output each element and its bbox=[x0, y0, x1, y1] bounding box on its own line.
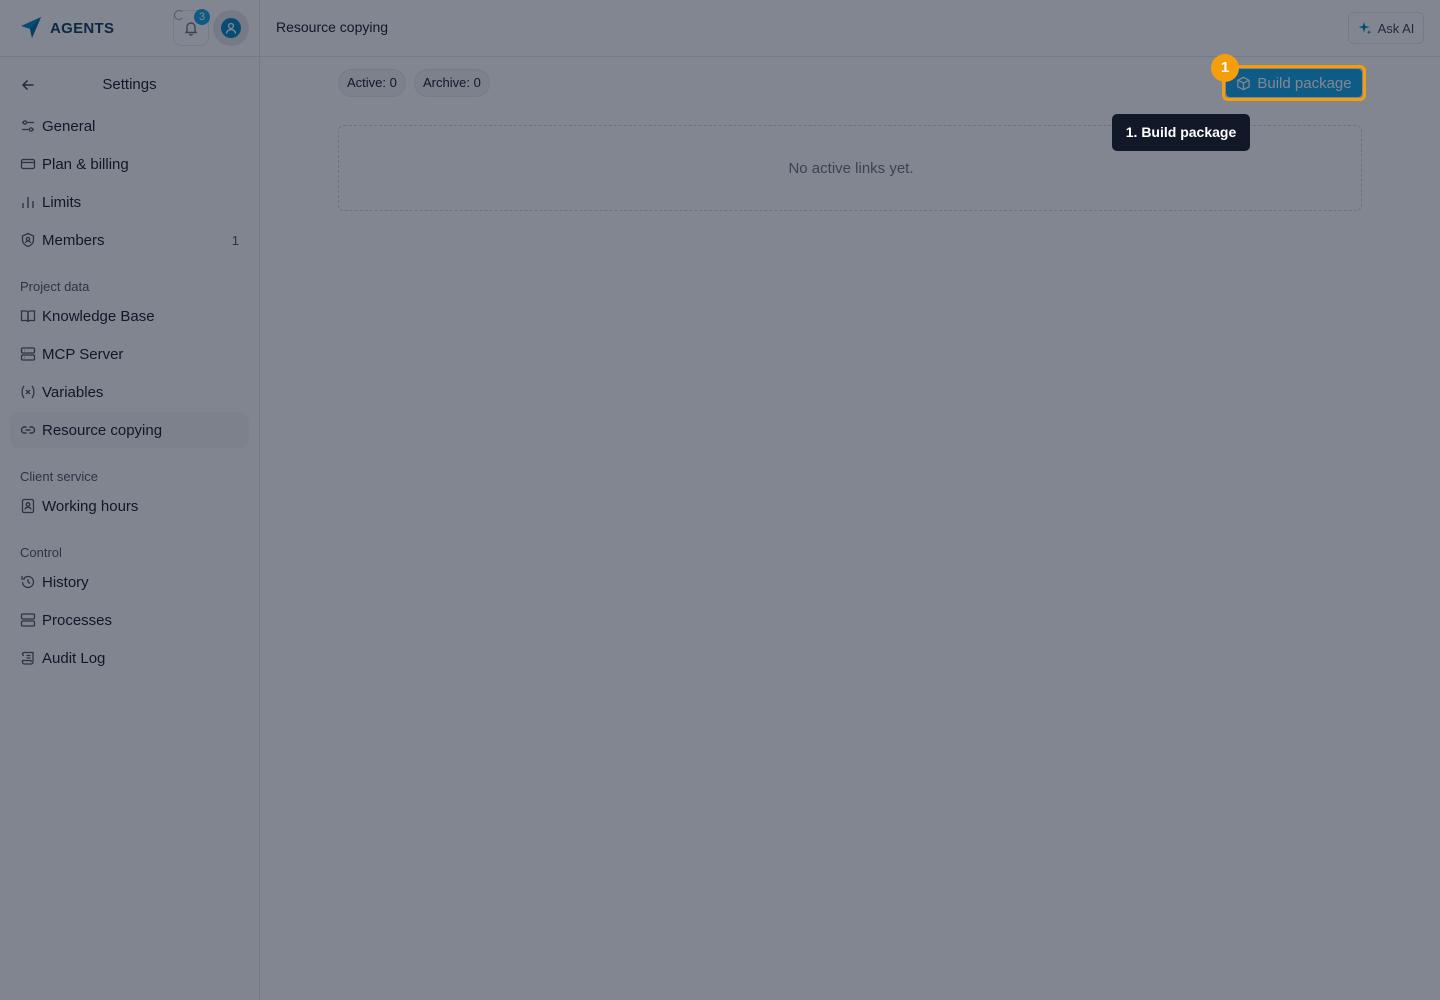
sidebar-item-label: Members bbox=[42, 232, 105, 249]
sidebar-item-label: General bbox=[42, 118, 96, 135]
settings-header: Settings bbox=[0, 69, 259, 101]
sidebar-item-variables[interactable]: Variables bbox=[10, 374, 249, 410]
sidebar-item-label: Processes bbox=[42, 612, 113, 629]
active-filter-chip[interactable]: Active: 0 bbox=[338, 69, 406, 97]
notification-badge: 3 bbox=[194, 9, 210, 25]
user-avatar-button[interactable] bbox=[213, 10, 249, 46]
sidebar-item-label: Limits bbox=[42, 194, 82, 211]
sidebar-item-label: Audit Log bbox=[42, 650, 106, 667]
page-title: Resource copying bbox=[276, 19, 389, 35]
sidebar-item-label: Knowledge Base bbox=[42, 308, 155, 325]
sidebar-item-members[interactable]: Members 1 bbox=[10, 222, 249, 258]
sparkle-icon bbox=[1358, 21, 1372, 35]
ask-ai-label: Ask AI bbox=[1377, 20, 1415, 36]
scroll-icon bbox=[20, 650, 36, 666]
shield-user-icon bbox=[20, 232, 36, 248]
sidebar-item-plan-billing[interactable]: Plan & billing bbox=[10, 146, 249, 182]
book-open-icon bbox=[20, 308, 36, 324]
sidebar-item-resource-copying[interactable]: Resource copying bbox=[10, 412, 249, 448]
history-icon bbox=[20, 574, 36, 590]
brand-logo[interactable]: AGENTS bbox=[18, 14, 114, 42]
sidebar-item-general[interactable]: General bbox=[10, 108, 249, 144]
brand-name: AGENTS bbox=[50, 19, 115, 37]
user-icon bbox=[221, 18, 241, 38]
ask-ai-button[interactable]: Ask AI bbox=[1348, 12, 1424, 44]
sidebar-item-mcp-server[interactable]: MCP Server bbox=[10, 336, 249, 372]
settings-title: Settings bbox=[102, 76, 157, 93]
archive-filter-chip[interactable]: Archive: 0 bbox=[414, 69, 490, 97]
credit-card-icon bbox=[20, 156, 36, 172]
sliders-icon bbox=[20, 118, 36, 134]
members-count: 1 bbox=[231, 233, 239, 248]
contact-book-icon bbox=[20, 498, 36, 514]
sidebar-item-limits[interactable]: Limits bbox=[10, 184, 249, 220]
logo-icon bbox=[18, 15, 44, 41]
sidebar-item-processes[interactable]: Processes bbox=[10, 602, 249, 638]
sidebar-item-label: Plan & billing bbox=[42, 156, 129, 173]
top-bar: AGENTS 3 Resource copying Ask AI bbox=[0, 0, 1440, 57]
bar-chart-icon bbox=[20, 194, 36, 210]
server-icon bbox=[20, 346, 36, 362]
tour-tooltip: 1. Build package bbox=[1112, 114, 1250, 151]
section-label-control: Control bbox=[20, 545, 62, 560]
tour-highlight bbox=[1222, 65, 1366, 101]
empty-state-text: No active links yet. bbox=[788, 160, 914, 177]
settings-sidebar: Settings General Plan & billing Limits M… bbox=[0, 57, 259, 1000]
server-icon bbox=[20, 612, 36, 628]
sidebar-item-label: Resource copying bbox=[42, 422, 163, 439]
sidebar-item-working-hours[interactable]: Working hours bbox=[10, 488, 249, 524]
section-label-project-data: Project data bbox=[20, 279, 90, 294]
variable-icon bbox=[20, 384, 36, 400]
link-icon bbox=[20, 422, 36, 438]
tour-step-badge: 1 bbox=[1211, 54, 1239, 82]
loading-spinner-icon bbox=[174, 10, 184, 20]
sidebar-item-label: Working hours bbox=[42, 498, 139, 515]
section-label-client-service: Client service bbox=[20, 469, 99, 484]
sidebar-item-history[interactable]: History bbox=[10, 564, 249, 600]
sidebar-item-label: History bbox=[42, 574, 89, 591]
sidebar-item-label: MCP Server bbox=[42, 346, 124, 363]
sidebar-item-knowledge-base[interactable]: Knowledge Base bbox=[10, 298, 249, 334]
sidebar-divider bbox=[259, 0, 260, 1000]
sidebar-item-audit-log[interactable]: Audit Log bbox=[10, 640, 249, 676]
sidebar-item-label: Variables bbox=[42, 384, 104, 401]
